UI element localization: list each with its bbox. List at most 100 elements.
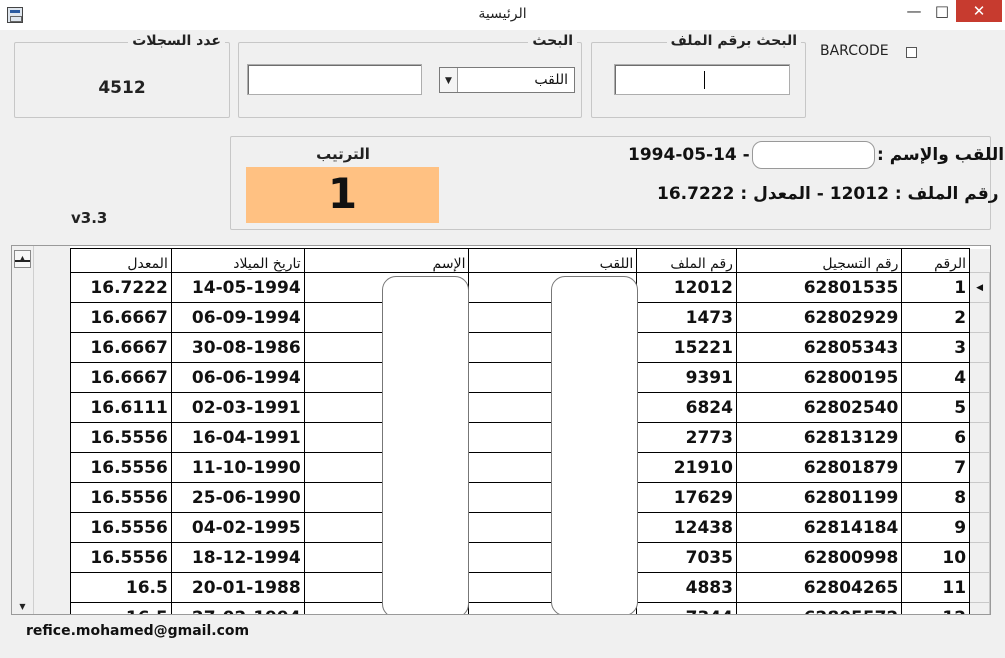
cell-birth-date[interactable]: 18-12-1994: [170, 542, 305, 573]
cell-registration[interactable]: 62804265: [735, 572, 903, 603]
cell-average[interactable]: 16.6667: [70, 362, 172, 393]
cell-rank[interactable]: 2: [901, 302, 971, 333]
vertical-scrollbar[interactable]: ▲ ▼: [12, 246, 34, 614]
cell-rank[interactable]: 12: [901, 602, 971, 614]
row-selector[interactable]: [969, 572, 990, 603]
table-row[interactable]: 16.6667 30-08-1986 15221 62805343 3: [70, 332, 990, 363]
cell-birth-date[interactable]: 25-06-1990: [170, 482, 305, 513]
cell-average[interactable]: 16.6111: [70, 392, 172, 423]
cell-registration[interactable]: 62805572: [735, 602, 903, 614]
col-header-average[interactable]: المعدل: [70, 248, 172, 273]
cell-average[interactable]: 16.5556: [70, 542, 172, 573]
col-header-name[interactable]: الإسم: [303, 248, 470, 273]
row-selector[interactable]: [969, 332, 990, 363]
cell-birth-date[interactable]: 30-08-1986: [170, 332, 305, 363]
row-selector[interactable]: [969, 422, 990, 453]
cell-average[interactable]: 16.5: [70, 572, 172, 603]
col-header-registration[interactable]: رقم التسجيل: [735, 248, 903, 273]
cell-file-number[interactable]: 12438: [636, 512, 737, 543]
search-by-select[interactable]: ▼ اللقب: [439, 67, 575, 93]
chevron-down-icon[interactable]: ▼: [440, 68, 458, 92]
table-row[interactable]: 16.5 20-01-1988 4883 62804265 11: [70, 572, 990, 603]
cell-registration[interactable]: 62813129: [735, 422, 903, 453]
cell-file-number[interactable]: 15221: [636, 332, 737, 363]
cell-rank[interactable]: 4: [901, 362, 971, 393]
table-row[interactable]: 16.6667 06-09-1994 1473 62802929 2: [70, 302, 990, 333]
scroll-down-icon[interactable]: ▼: [14, 600, 31, 614]
row-selector[interactable]: [969, 602, 990, 614]
cell-rank[interactable]: 1: [901, 272, 971, 303]
cell-registration[interactable]: 62814184: [735, 512, 903, 543]
cell-rank[interactable]: 11: [901, 572, 971, 603]
cell-average[interactable]: 16.5556: [70, 452, 172, 483]
cell-birth-date[interactable]: 20-01-1988: [170, 572, 305, 603]
cell-file-number[interactable]: 1473: [636, 302, 737, 333]
cell-birth-date[interactable]: 11-10-1990: [170, 452, 305, 483]
cell-file-number[interactable]: 7035: [636, 542, 737, 573]
table-row[interactable]: 16.7222 14-05-1994 12012 62801535 1 ◀: [70, 272, 990, 303]
close-button[interactable]: ✕: [956, 0, 1002, 22]
cell-rank[interactable]: 7: [901, 452, 971, 483]
cell-birth-date[interactable]: 04-02-1995: [170, 512, 305, 543]
cell-registration[interactable]: 62801879: [735, 452, 903, 483]
cell-rank[interactable]: 10: [901, 542, 971, 573]
cell-average[interactable]: 16.5556: [70, 422, 172, 453]
col-header-rank[interactable]: الرقم: [901, 248, 971, 273]
barcode-checkbox[interactable]: [906, 47, 917, 58]
row-selector[interactable]: [969, 362, 990, 393]
col-header-file-number[interactable]: رقم الملف: [636, 248, 737, 273]
cell-rank[interactable]: 5: [901, 392, 971, 423]
cell-average[interactable]: 16.7222: [70, 272, 172, 303]
cell-rank[interactable]: 6: [901, 422, 971, 453]
row-selector[interactable]: [969, 302, 990, 333]
cell-registration[interactable]: 62800998: [735, 542, 903, 573]
row-selector[interactable]: [969, 392, 990, 423]
search-input[interactable]: [247, 64, 422, 95]
cell-birth-date[interactable]: 06-09-1994: [170, 302, 305, 333]
cell-birth-date[interactable]: 14-05-1994: [170, 272, 305, 303]
cell-file-number[interactable]: 6824: [636, 392, 737, 423]
row-selector[interactable]: ◀: [969, 272, 990, 303]
cell-birth-date[interactable]: 02-03-1991: [170, 392, 305, 423]
cell-average[interactable]: 16.5556: [70, 482, 172, 513]
cell-file-number[interactable]: 7344: [636, 602, 737, 614]
table-row[interactable]: 16.5556 04-02-1995 12438 62814184 9: [70, 512, 990, 543]
table-row[interactable]: 16.6667 06-06-1994 9391 62800195 4: [70, 362, 990, 393]
cell-rank[interactable]: 8: [901, 482, 971, 513]
scroll-thumb[interactable]: [15, 260, 30, 266]
cell-birth-date[interactable]: 27-02-1994: [170, 602, 305, 614]
row-selector[interactable]: [969, 452, 990, 483]
row-selector[interactable]: [969, 482, 990, 513]
cell-registration[interactable]: 62800195: [735, 362, 903, 393]
col-header-surname[interactable]: اللقب: [468, 248, 638, 273]
cell-registration[interactable]: 62805343: [735, 332, 903, 363]
cell-average[interactable]: 16.5556: [70, 512, 172, 543]
row-selector[interactable]: [969, 542, 990, 573]
results-grid[interactable]: ▲ ▼ المعدل تاريخ الميلاد الإسم اللقب رقم…: [11, 245, 991, 615]
table-row[interactable]: 16.5556 18-12-1994 7035 62800998 10: [70, 542, 990, 573]
cell-file-number[interactable]: 2773: [636, 422, 737, 453]
row-selector[interactable]: [969, 512, 990, 543]
table-row[interactable]: 16.5556 11-10-1990 21910 62801879 7: [70, 452, 990, 483]
cell-rank[interactable]: 3: [901, 332, 971, 363]
maximize-button[interactable]: □: [928, 0, 956, 22]
cell-file-number[interactable]: 9391: [636, 362, 737, 393]
cell-registration[interactable]: 62802929: [735, 302, 903, 333]
cell-rank[interactable]: 9: [901, 512, 971, 543]
cell-average[interactable]: 16.6667: [70, 302, 172, 333]
cell-registration[interactable]: 62802540: [735, 392, 903, 423]
table-row[interactable]: 16.5556 16-04-1991 2773 62813129 6: [70, 422, 990, 453]
cell-birth-date[interactable]: 16-04-1991: [170, 422, 305, 453]
cell-average[interactable]: 16.6667: [70, 332, 172, 363]
cell-average[interactable]: 16.5: [70, 602, 172, 614]
cell-file-number[interactable]: 12012: [636, 272, 737, 303]
cell-registration[interactable]: 62801535: [735, 272, 903, 303]
cell-birth-date[interactable]: 06-06-1994: [170, 362, 305, 393]
col-header-birth-date[interactable]: تاريخ الميلاد: [170, 248, 305, 273]
cell-registration[interactable]: 62801199: [735, 482, 903, 513]
cell-file-number[interactable]: 17629: [636, 482, 737, 513]
file-number-input[interactable]: [614, 64, 790, 95]
table-row[interactable]: 16.5556 25-06-1990 17629 62801199 8: [70, 482, 990, 513]
table-row[interactable]: 16.527-02-1994 73446280557212: [70, 602, 990, 614]
cell-file-number[interactable]: 21910: [636, 452, 737, 483]
